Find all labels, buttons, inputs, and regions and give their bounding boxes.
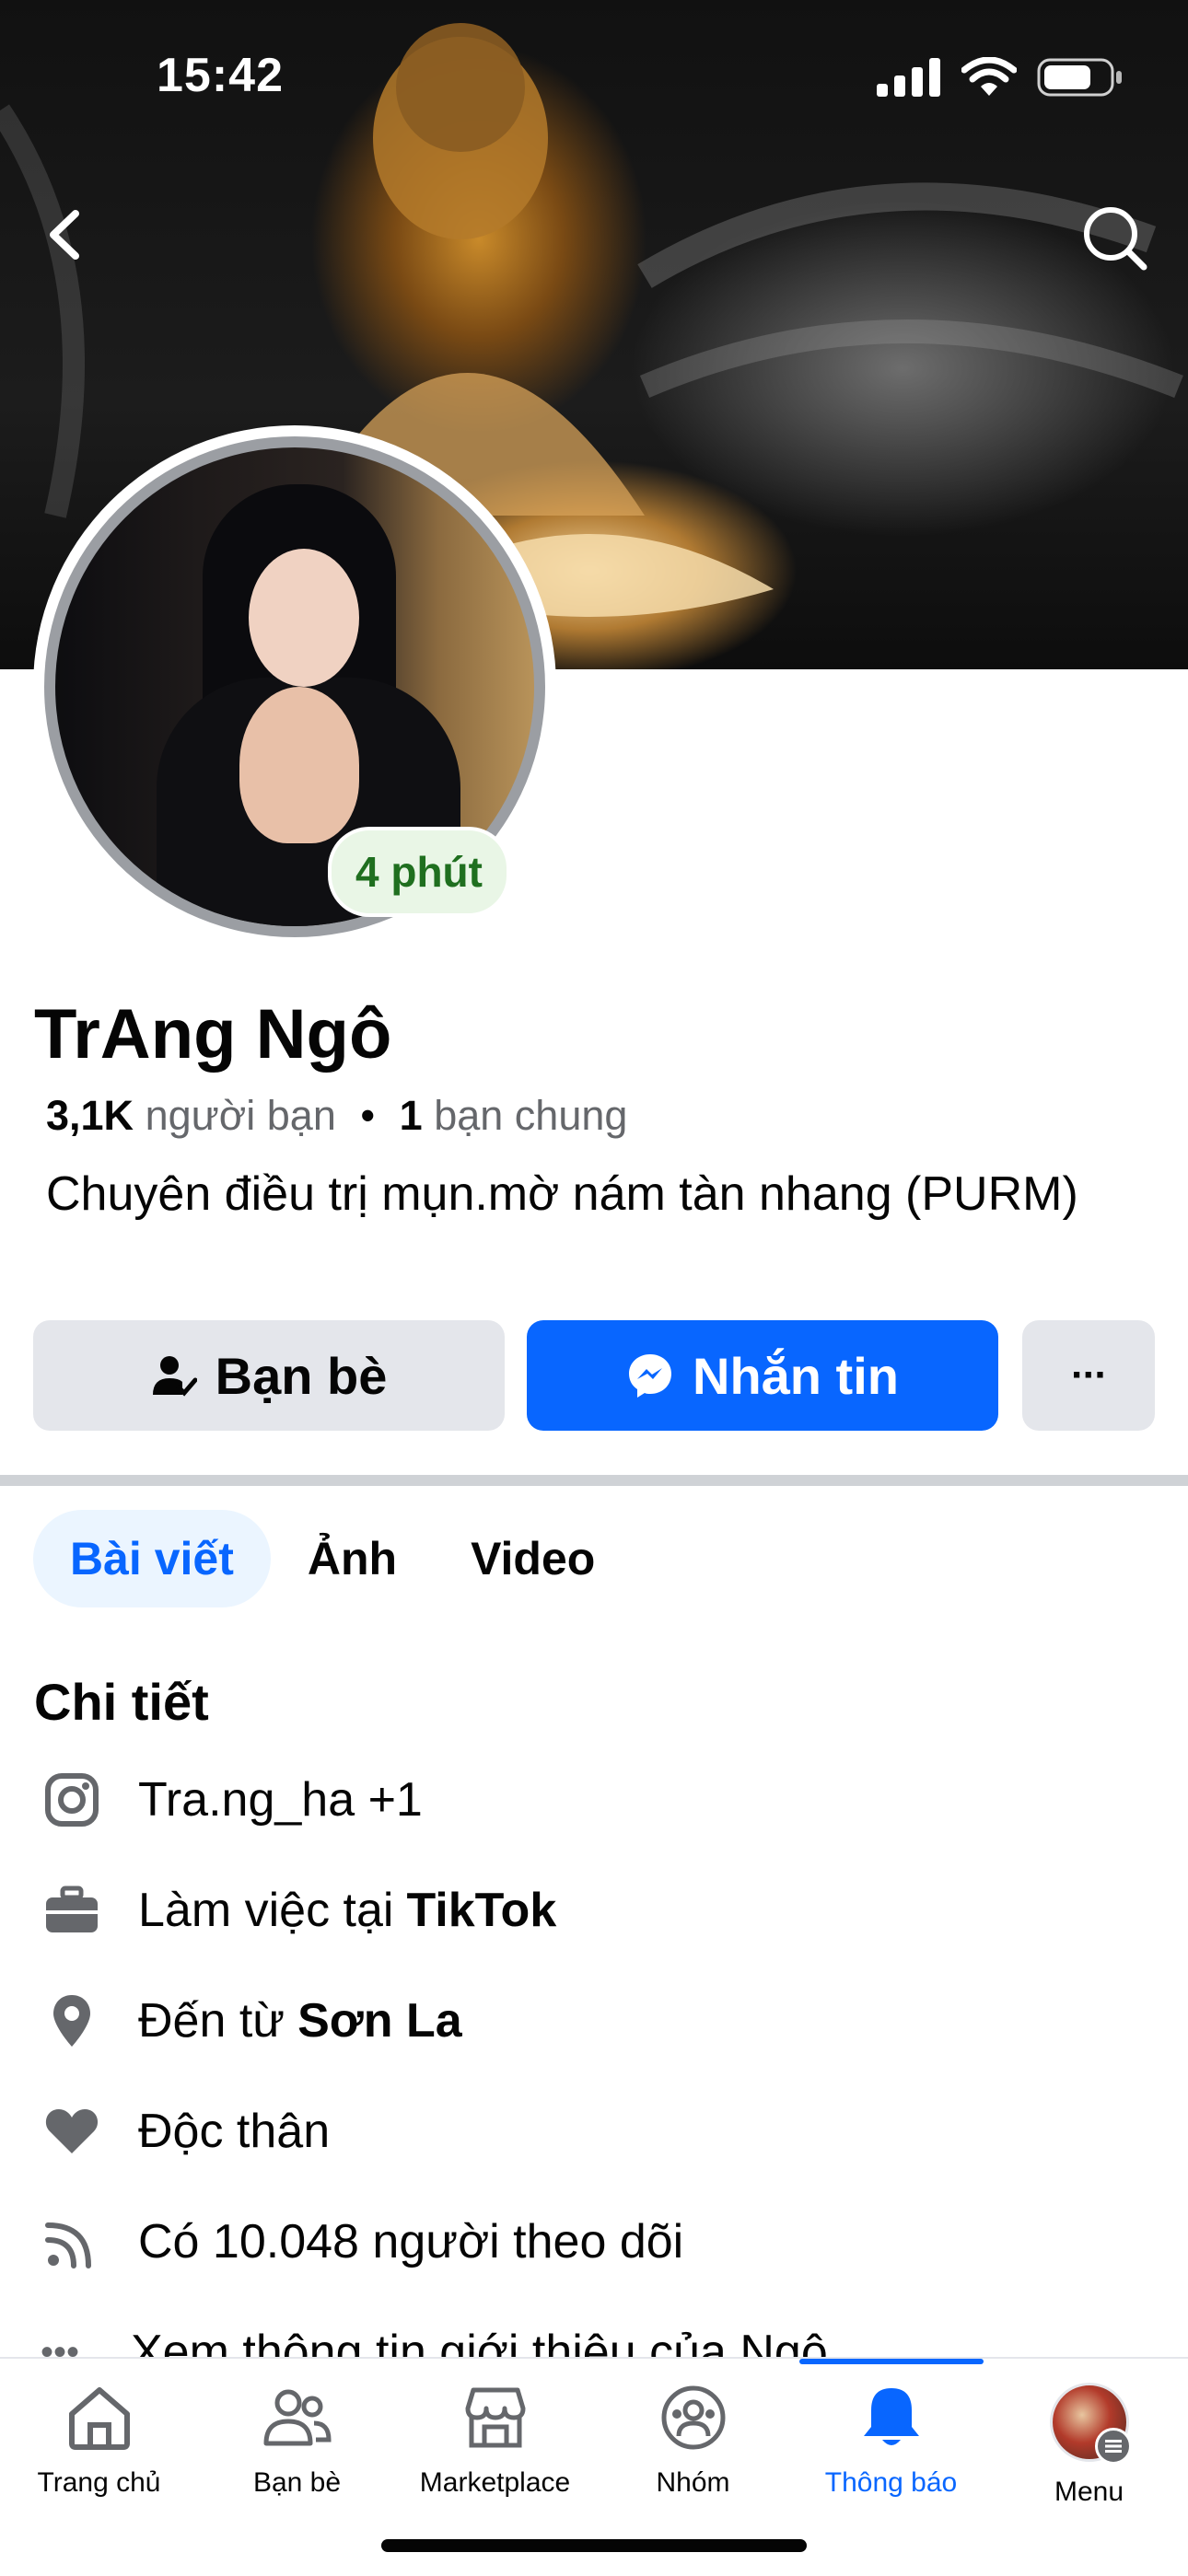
nav-friends[interactable]: Bạn bè (198, 2383, 396, 2499)
nav-marketplace-label: Marketplace (419, 2467, 571, 2498)
battery-icon (1037, 58, 1122, 97)
chevron-left-icon (50, 210, 79, 260)
nav-home[interactable]: Trang chủ (0, 2383, 198, 2499)
messenger-icon (629, 1354, 671, 1398)
nav-menu-label: Menu (1054, 2477, 1124, 2507)
nav-friends-label: Bạn bè (252, 2467, 342, 2498)
instagram-icon (41, 1769, 103, 1831)
active-status-badge: 4 phút (328, 827, 510, 917)
active-status-text: 4 phút (355, 848, 483, 896)
message-button[interactable]: Nhắn tin (527, 1320, 998, 1431)
friends-button[interactable]: Bạn bè (33, 1320, 505, 1431)
location-pin-icon (41, 1990, 103, 2052)
nav-groups-label: Nhóm (656, 2467, 730, 2498)
profile-bio: Chuyên điều trị mụn.mờ nám tàn nhang (PU… (46, 1167, 1078, 1221)
hometown-place: Sơn La (297, 1994, 462, 2048)
nav-home-label: Trang chủ (37, 2467, 161, 2498)
relationship-status: Độc thân (138, 2105, 331, 2158)
signal-icon (877, 58, 940, 97)
status-time: 15:42 (157, 49, 284, 102)
nav-notifications-label: Thông báo (824, 2467, 958, 2498)
menu-badge-icon (1094, 2428, 1132, 2465)
rss-icon (41, 2210, 103, 2273)
more-options-button[interactable]: ··· (1022, 1320, 1155, 1431)
back-button[interactable] (37, 203, 92, 267)
nav-notifications[interactable]: Thông báo (792, 2383, 990, 2499)
instagram-handle: Tra.ng_ha +1 (138, 1773, 423, 1827)
detail-relationship: Độc thân (41, 2094, 330, 2168)
details-title: Chi tiết (34, 1673, 209, 1731)
profile-tabs: Bài viết Ảnh Video (33, 1510, 632, 1607)
detail-work: Làm việc tại TikTok (41, 1874, 556, 1947)
tab-videos[interactable]: Video (434, 1510, 632, 1607)
friend-stats[interactable]: 3,1K người bạn • 1 bạn chung (46, 1092, 627, 1140)
work-prefix: Làm việc tại (138, 1884, 394, 1937)
mutual-label: bạn chung (434, 1092, 628, 1139)
profile-name: TrAng Ngô (34, 995, 392, 1073)
status-icons (877, 57, 1124, 98)
nav-marketplace[interactable]: Marketplace (396, 2383, 594, 2499)
friends-button-label: Bạn bè (215, 1346, 388, 1405)
nav-menu[interactable]: Menu (990, 2383, 1188, 2508)
friend-check-icon (152, 1356, 197, 1397)
heart-icon (41, 2100, 103, 2163)
wifi-icon (961, 57, 1017, 96)
dot-separator: • (360, 1092, 376, 1139)
nav-active-indicator (799, 2359, 984, 2364)
menu-avatar (1049, 2383, 1132, 2465)
home-indicator (381, 2539, 807, 2552)
status-bar: 15:42 (0, 0, 1188, 147)
briefcase-icon (41, 1879, 103, 1942)
hometown-prefix: Đến từ (138, 1994, 285, 2048)
marketplace-icon (465, 2387, 525, 2448)
work-place: TikTok (406, 1884, 557, 1937)
groups-icon (661, 2385, 725, 2450)
mutual-count: 1 (399, 1092, 423, 1139)
avatar-skin (239, 687, 359, 843)
section-divider (0, 1475, 1188, 1486)
tab-posts[interactable]: Bài viết (33, 1510, 271, 1607)
message-button-label: Nhắn tin (693, 1346, 899, 1405)
friends-icon (263, 2389, 332, 2446)
search-icon (1084, 207, 1147, 271)
nav-groups[interactable]: Nhóm (594, 2383, 792, 2499)
home-icon (68, 2387, 130, 2450)
search-button[interactable] (1077, 201, 1151, 274)
avatar-face (249, 549, 359, 687)
bell-icon (863, 2388, 919, 2445)
more-options-icon: ··· (1071, 1352, 1108, 1398)
detail-hometown: Đến từ Sơn La (41, 1984, 462, 2058)
friends-count: 3,1K (46, 1092, 134, 1139)
friends-label: người bạn (145, 1092, 336, 1139)
tab-photos[interactable]: Ảnh (271, 1510, 434, 1607)
detail-followers[interactable]: Có 10.048 người theo dõi (41, 2205, 683, 2279)
detail-instagram[interactable]: Tra.ng_ha +1 (41, 1763, 423, 1837)
followers-text: Có 10.048 người theo dõi (138, 2215, 684, 2269)
